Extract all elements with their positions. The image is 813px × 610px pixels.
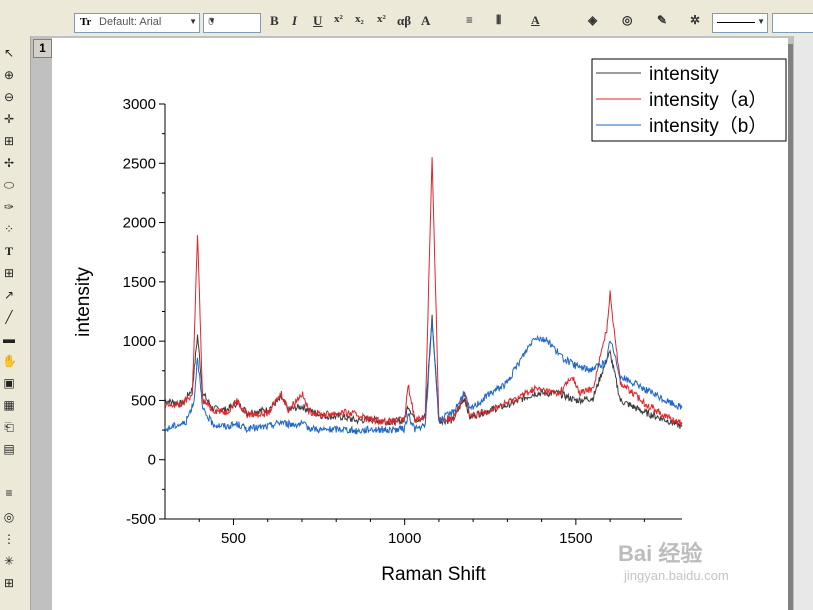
watermark-main: Bai 经验 <box>618 541 703 566</box>
y-axis-label: intensity <box>73 267 94 337</box>
legend-label: intensity（b） <box>649 115 767 137</box>
legend-label: intensity（a） <box>649 89 767 111</box>
y-tick-label: 1500 <box>123 274 156 291</box>
x-tick-label: 1000 <box>388 530 421 547</box>
y-tick-label: 0 <box>148 452 156 469</box>
y-tick-label: 1000 <box>123 333 156 350</box>
y-tick-label: 2000 <box>123 215 156 232</box>
watermark-sub: jingyan.baidu.com <box>624 568 729 583</box>
y-tick-label: -500 <box>126 511 156 528</box>
x-tick-label: 1500 <box>559 530 592 547</box>
x-axis-label: Raman Shift <box>381 564 486 585</box>
raman-chart: -500 0 500 1000 1500 2000 2500 3000 500 1000 1500 R… <box>73 58 787 585</box>
legend-label: intensity <box>649 64 719 85</box>
series-line-0 <box>164 314 683 429</box>
y-tick-label: 500 <box>131 392 156 409</box>
x-tick-label: 500 <box>221 530 246 547</box>
series-line-1 <box>164 157 683 427</box>
y-tick-label: 2500 <box>123 155 156 172</box>
y-tick-label: 3000 <box>123 96 156 113</box>
